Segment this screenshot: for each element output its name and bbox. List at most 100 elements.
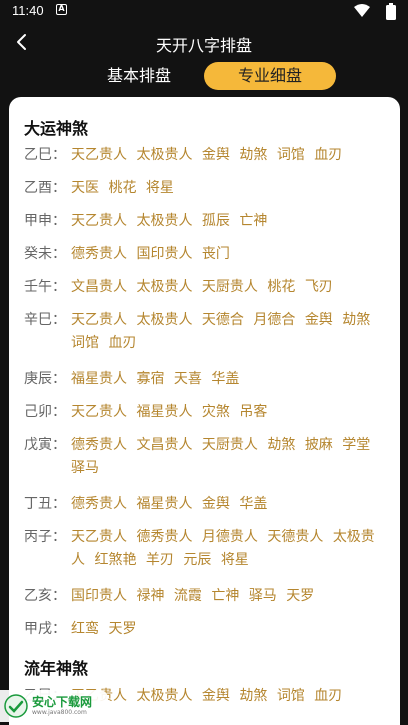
shensha-item: 天乙贵人: [71, 404, 127, 420]
stem-branch-label: 丙子：: [24, 529, 66, 545]
shensha-item: 将星: [220, 552, 249, 568]
shensha-item: 将星: [145, 180, 174, 196]
app-header: 天开八字排盘: [0, 24, 408, 60]
shensha-item: 天乙贵人: [71, 312, 127, 328]
shensha-item: 寡宿: [136, 371, 165, 387]
shensha-item: 血刃: [314, 688, 343, 704]
shensha-list: 天医 桃花 将星: [71, 177, 393, 200]
shensha-list: 国印贵人 禄神 流霞 亡神 驿马 天罗: [71, 585, 393, 608]
shensha-item: 披麻: [304, 437, 333, 453]
shensha-item: 飞刃: [304, 279, 333, 295]
shensha-item: 福星贵人: [136, 404, 193, 420]
shensha-item: 词馆: [276, 688, 305, 704]
shensha-item: 红鸾: [71, 621, 99, 637]
shensha-item: 太极贵人: [136, 279, 193, 295]
shensha-item: 亡神: [239, 213, 268, 229]
shensha-item: 文昌贵人: [136, 437, 193, 453]
shensha-item: 红煞艳: [94, 552, 137, 568]
stem-branch-label: 甲申：: [24, 213, 66, 229]
notification-icon: A: [56, 4, 67, 15]
shensha-list: 福星贵人 寡宿 天喜 华盖: [71, 368, 393, 391]
tab-basic-chart[interactable]: 基本排盘: [98, 62, 180, 90]
shensha-list: 文昌贵人 太极贵人 天厨贵人 桃花 飞刃: [71, 276, 393, 299]
stem-branch-label: 己卯：: [24, 404, 66, 420]
shensha-item: 劫煞: [267, 437, 296, 453]
shensha-item: 华盖: [211, 371, 240, 387]
shensha-list: 红鸾 天罗: [71, 618, 393, 641]
stem-branch-label: 甲戌：: [24, 621, 66, 637]
shensha-item: 天罗: [286, 588, 315, 604]
shensha-item: 吊客: [239, 404, 268, 420]
shensha-item: 金舆: [201, 688, 230, 704]
wifi-icon: [354, 4, 370, 17]
shensha-item: 华盖: [239, 496, 268, 512]
shensha-item: 文昌贵人: [71, 279, 127, 295]
shensha-list: 天乙贵人 太极贵人 孤辰 亡神: [71, 210, 393, 233]
shensha-list: 天乙贵人 太极贵人 天德合 月德合 金舆 劫煞 词馆 血刃: [71, 309, 393, 355]
shensha-item: 亡神: [211, 588, 240, 604]
shensha-list: 天乙贵人 福星贵人 灾煞 吊客: [71, 401, 393, 424]
shensha-item: 天德合: [201, 312, 244, 328]
shensha-item: 太极贵人: [136, 312, 193, 328]
shensha-list: 德秀贵人 福星贵人 金舆 华盖: [71, 493, 393, 516]
stem-branch-label: 辛巳：: [24, 312, 66, 328]
shensha-list: 德秀贵人 文昌贵人 天厨贵人 劫煞 披麻 学堂 驿马: [71, 434, 393, 480]
shensha-item: 天厨贵人: [201, 279, 258, 295]
shensha-item: 学堂: [342, 437, 371, 453]
shensha-item: 国印贵人: [71, 588, 127, 604]
watermark-brand: 安心下载网: [32, 695, 93, 709]
shensha-item: 金舆: [201, 496, 230, 512]
stem-branch-label: 庚辰：: [24, 371, 66, 387]
shensha-item: 太极贵人: [136, 213, 193, 229]
shensha-item: 天乙贵人: [71, 213, 127, 229]
shensha-item: 元辰: [183, 552, 212, 568]
shensha-item: 血刃: [314, 147, 343, 163]
stem-branch-label: 乙酉：: [24, 180, 66, 196]
shensha-item: 金舆: [304, 312, 333, 328]
watermark: 安心下载网 www.java800.com: [0, 690, 108, 722]
shensha-item: 德秀贵人: [71, 437, 127, 453]
shensha-list: 天乙贵人 德秀贵人 月德贵人 天德贵人 太极贵人 红煞艳 羊刃 元辰 将星: [71, 526, 393, 572]
shensha-item: 桃花: [267, 279, 296, 295]
dayun-section-title: 大运神煞: [24, 119, 89, 138]
shensha-item: 月德合: [253, 312, 296, 328]
shensha-item: 德秀贵人: [136, 529, 193, 545]
shensha-item: 天德贵人: [267, 529, 324, 545]
shensha-item: 天乙贵人: [71, 147, 127, 163]
watermark-logo-icon: [4, 694, 28, 718]
stem-branch-label: 癸未：: [24, 246, 66, 262]
shensha-item: 羊刃: [145, 552, 174, 568]
shensha-list: 天乙贵人 太极贵人 金舆 劫煞 词馆 血刃: [71, 685, 393, 708]
shensha-item: 流霞: [173, 588, 202, 604]
shensha-item: 血刃: [108, 335, 137, 351]
shensha-item: 驿马: [71, 460, 99, 476]
shensha-item: 劫煞: [342, 312, 371, 328]
watermark-url: www.java800.com: [32, 709, 87, 716]
shensha-list: 天乙贵人 太极贵人 金舆 劫煞 词馆 血刃: [71, 144, 393, 167]
shensha-item: 天厨贵人: [201, 437, 258, 453]
shensha-item: 劫煞: [239, 688, 268, 704]
content-card: 大运神煞 乙巳： 天乙贵人 太极贵人 金舆 劫煞 词馆 血刃 乙酉： 天医 桃花 将…: [9, 97, 400, 725]
shensha-item: 禄神: [136, 588, 165, 604]
tab-professional-chart[interactable]: 专业细盘: [204, 62, 336, 90]
shensha-item: 德秀贵人: [71, 496, 127, 512]
shensha-item: 国印贵人: [136, 246, 193, 262]
shensha-item: 金舆: [201, 147, 230, 163]
shensha-item: 太极贵人: [136, 688, 193, 704]
stem-branch-label: 乙亥：: [24, 588, 66, 604]
shensha-item: 天医: [71, 180, 99, 196]
shensha-item: 月德贵人: [201, 529, 258, 545]
battery-icon: [386, 3, 396, 20]
shensha-item: 太极贵人: [136, 147, 193, 163]
shensha-item: 孤辰: [201, 213, 230, 229]
shensha-item: 天乙贵人: [71, 529, 127, 545]
stem-branch-label: 壬午：: [24, 279, 66, 295]
shensha-item: 福星贵人: [136, 496, 193, 512]
shensha-item: 天罗: [108, 621, 137, 637]
page-title: 天开八字排盘: [155, 36, 252, 55]
shensha-item: 福星贵人: [71, 371, 127, 387]
shensha-item: 词馆: [71, 335, 99, 351]
shensha-item: 丧门: [201, 246, 230, 262]
status-bar: 11:40 A: [0, 0, 408, 24]
stem-branch-label: 丁丑：: [24, 496, 66, 512]
